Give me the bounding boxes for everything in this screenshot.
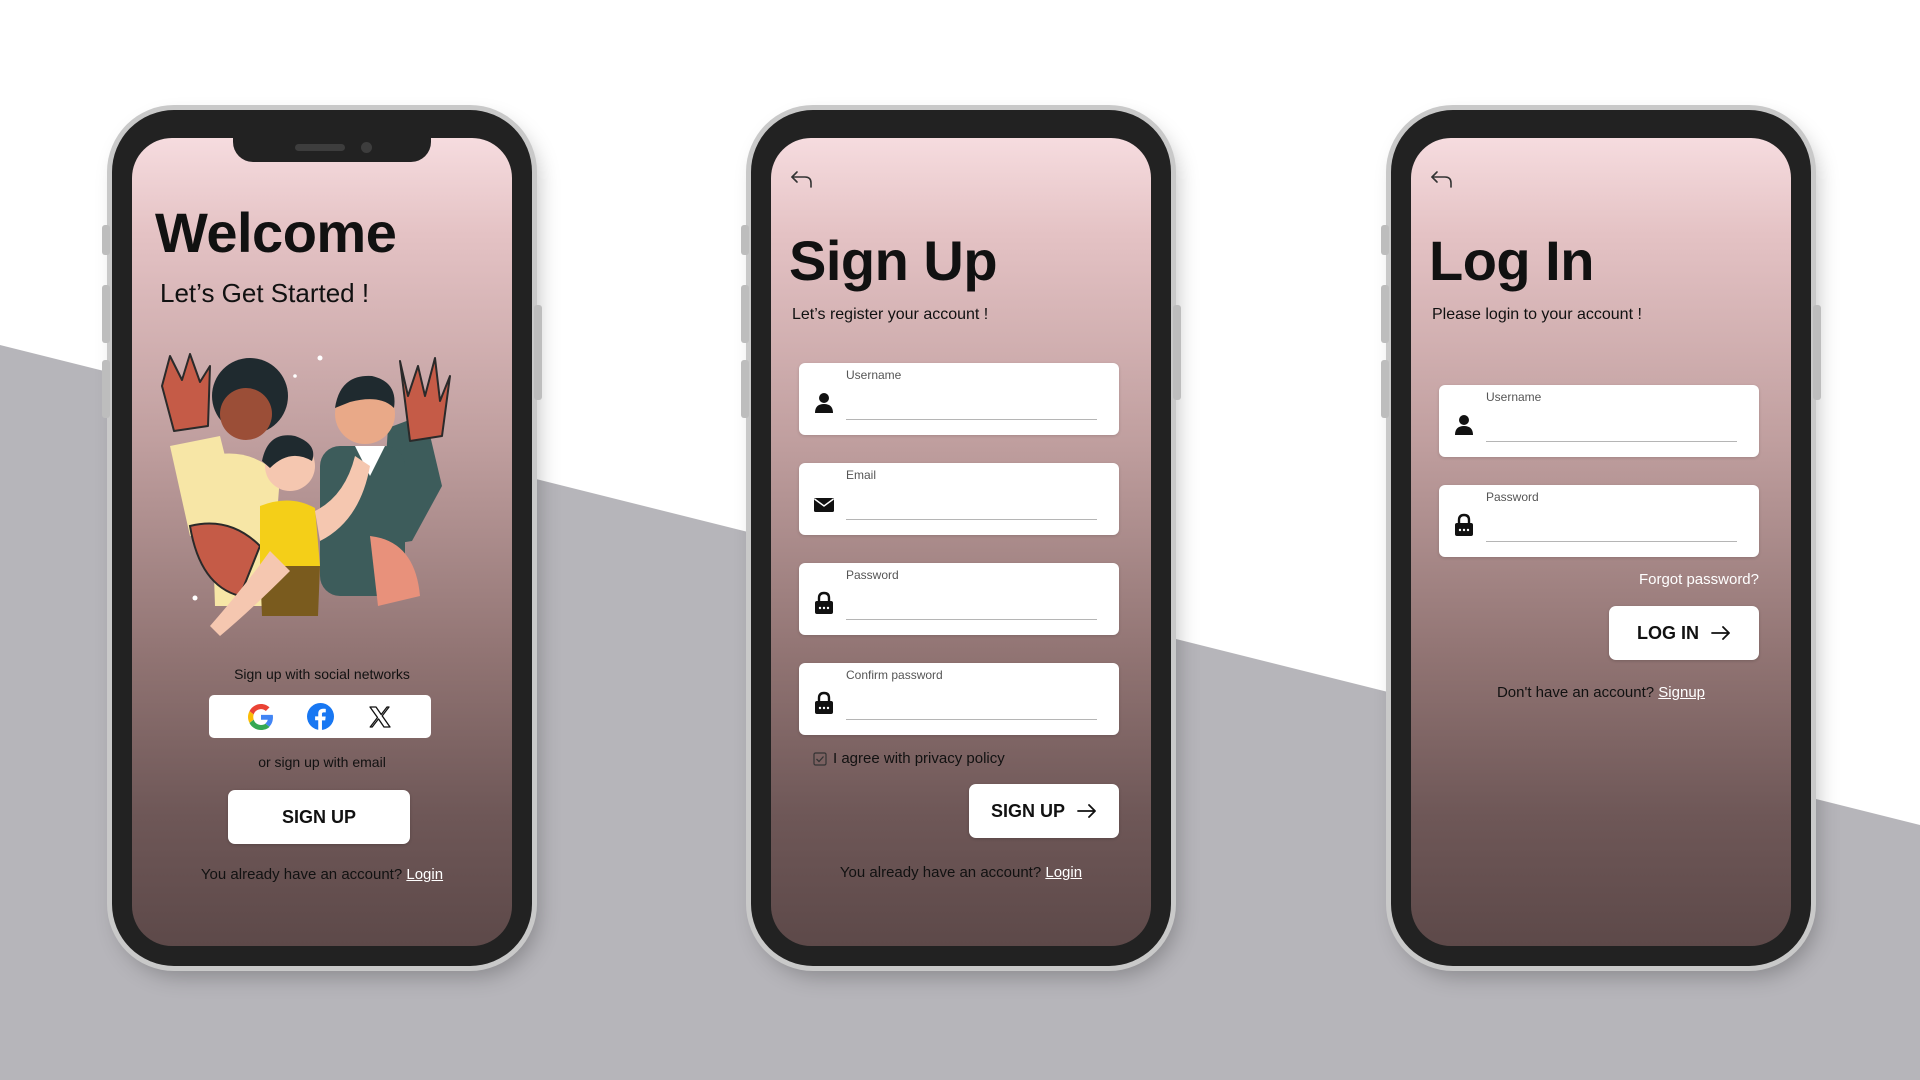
username-field[interactable]: Username — [1439, 385, 1759, 457]
username-label: Username — [846, 368, 902, 382]
google-icon[interactable] — [247, 703, 274, 730]
x-icon[interactable] — [368, 705, 392, 729]
back-arrow-icon[interactable] — [789, 168, 817, 192]
password-input[interactable] — [1486, 511, 1737, 539]
signup-prompt-text: Don't have an account? — [1496, 684, 1655, 701]
lock-icon — [815, 591, 833, 614]
signup-screen: Sign Up Let’s register your account ! Us… — [771, 138, 1151, 946]
username-input[interactable] — [846, 389, 1097, 417]
privacy-agreement: I agree with privacy policy — [813, 750, 1005, 767]
envelope-icon — [814, 498, 834, 512]
signup-submit-button[interactable]: SIGN UP — [969, 784, 1119, 838]
signup-title: Sign Up — [789, 229, 998, 292]
username-label: Username — [1486, 390, 1542, 404]
login-link[interactable]: Login — [1045, 864, 1082, 881]
username-field[interactable]: Username — [799, 363, 1119, 435]
people-waving-illustration — [161, 353, 451, 636]
arrow-right-icon — [1711, 626, 1730, 640]
phone-signup: Sign Up Let’s register your account ! Us… — [741, 110, 1181, 966]
login-prompt: You already have an account? Login — [132, 866, 512, 883]
lock-icon — [1455, 513, 1473, 536]
login-subtitle: Please login to your account ! — [1432, 306, 1642, 323]
password-input[interactable] — [846, 589, 1097, 617]
forgot-password-link[interactable]: Forgot password? — [1639, 571, 1759, 588]
social-prompt: Sign up with social networks — [234, 666, 410, 682]
login-prompt-text: You already have an account? — [839, 864, 1042, 881]
confirm-password-label: Confirm password — [846, 668, 943, 682]
phone-welcome: Welcome Let’s Get Started ! Sign up with… — [102, 110, 542, 966]
phone-notch — [233, 138, 431, 162]
confirm-password-input[interactable] — [846, 689, 1097, 717]
back-arrow-icon[interactable] — [1429, 168, 1457, 192]
login-screen: Log In Please login to your account ! Us… — [1411, 138, 1791, 946]
confirm-password-field[interactable]: Confirm password — [799, 663, 1119, 735]
welcome-screen: Welcome Let’s Get Started ! Sign up with… — [132, 138, 512, 946]
user-icon — [815, 393, 833, 413]
welcome-subtitle: Let’s Get Started ! — [160, 278, 370, 308]
username-input[interactable] — [1486, 411, 1737, 439]
password-field[interactable]: Password — [1439, 485, 1759, 557]
agree-label: I agree with privacy policy — [833, 750, 1005, 767]
login-title: Log In — [1429, 229, 1594, 292]
signup-prompt: Don't have an account? Signup — [1411, 684, 1791, 701]
email-label: Email — [846, 468, 877, 482]
user-icon — [1455, 415, 1473, 435]
password-label: Password — [846, 568, 899, 582]
email-input[interactable] — [846, 489, 1097, 517]
welcome-title: Welcome — [155, 201, 397, 264]
signup-submit-label: SIGN UP — [990, 800, 1065, 821]
agree-checkbox[interactable] — [813, 751, 827, 766]
login-button[interactable]: LOG IN — [1609, 606, 1759, 660]
login-prompt: You already have an account? Login — [771, 864, 1151, 881]
signup-subtitle: Let’s register your account ! — [792, 306, 989, 323]
email-prompt: or sign up with email — [258, 754, 386, 770]
signup-link[interactable]: Signup — [1658, 684, 1705, 701]
lock-icon — [815, 691, 833, 714]
signup-button[interactable]: SIGN UP — [228, 790, 410, 844]
phone-login: Log In Please login to your account ! Us… — [1381, 110, 1821, 966]
login-prompt-text: You already have an account? — [200, 866, 403, 883]
social-buttons-bar — [209, 695, 431, 738]
password-label: Password — [1486, 490, 1539, 504]
login-button-label: LOG IN — [1637, 622, 1699, 643]
facebook-icon[interactable] — [307, 703, 335, 730]
arrow-right-icon — [1077, 804, 1096, 818]
email-field[interactable]: Email — [799, 463, 1119, 535]
login-link[interactable]: Login — [406, 866, 443, 883]
password-field[interactable]: Password — [799, 563, 1119, 635]
